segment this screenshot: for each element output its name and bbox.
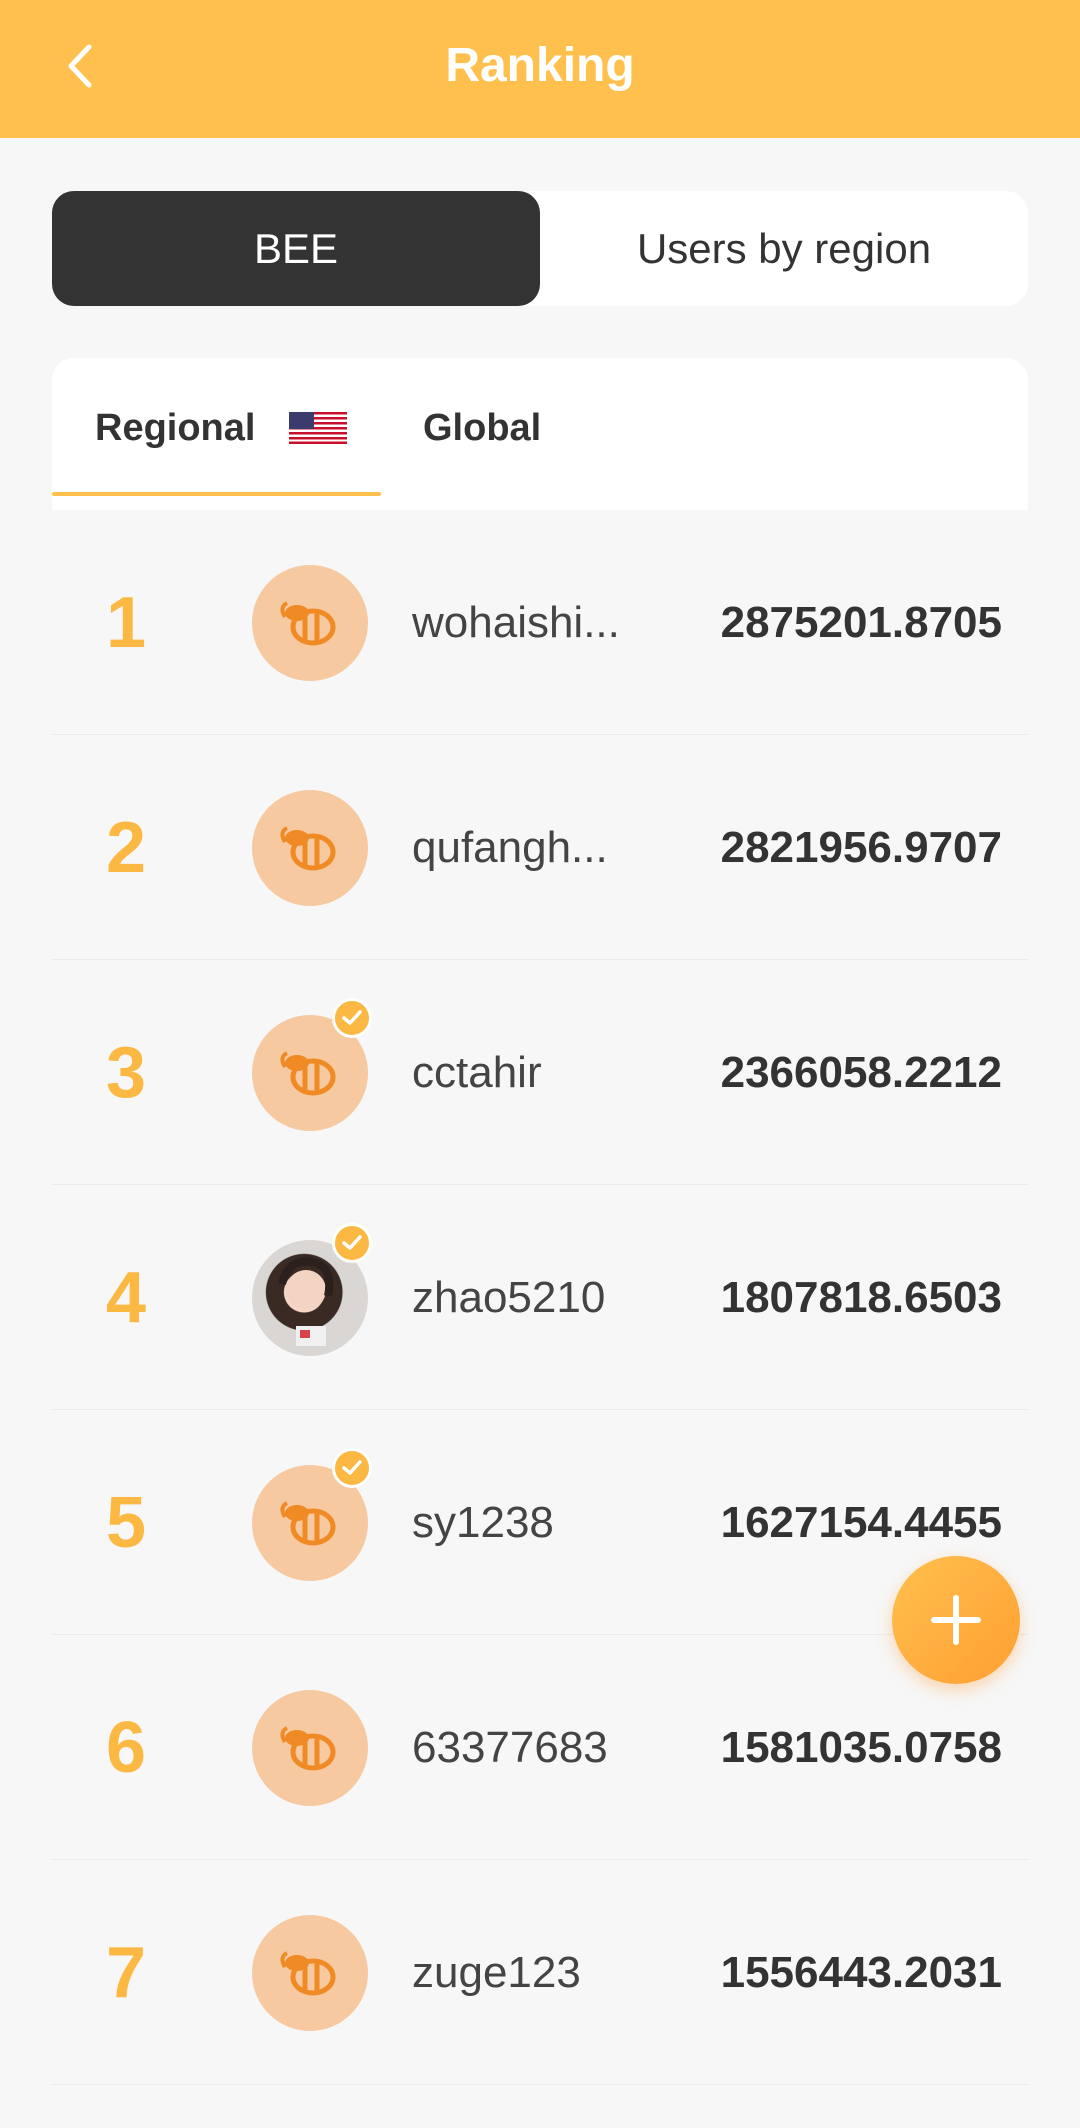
- tab-regional[interactable]: Regional: [95, 398, 348, 458]
- rank-number: 6: [105, 1707, 147, 1788]
- tab-regional-label: Regional: [95, 406, 256, 449]
- avatar[interactable]: [252, 790, 368, 906]
- username: cctahir: [412, 1047, 542, 1097]
- rank-number: 1: [105, 582, 147, 663]
- list-item[interactable]: 7 zuge123 1556443.2031: [52, 1860, 1028, 2085]
- segment-bee[interactable]: BEE: [52, 191, 540, 306]
- score: 1556443.2031: [720, 1947, 1002, 1997]
- rank-number: 2: [105, 807, 147, 888]
- tab-card: Regional Global: [52, 358, 1028, 510]
- rank-number: 5: [105, 1482, 147, 1563]
- list-item[interactable]: 5 sy1238 1627154.4455: [52, 1410, 1028, 1635]
- bee-icon: [280, 1726, 336, 1771]
- check-icon: [342, 1235, 362, 1250]
- active-tab-indicator: [52, 492, 381, 496]
- segment-users-by-region[interactable]: Users by region: [540, 191, 1028, 306]
- us-flag-icon: [289, 412, 348, 444]
- bee-icon: [280, 1051, 336, 1096]
- username: zhao5210: [412, 1272, 606, 1322]
- verified-badge: [332, 998, 372, 1038]
- score: 2875201.8705: [720, 597, 1002, 647]
- app-header: Ranking: [0, 0, 1080, 138]
- score: 2366058.2212: [720, 1047, 1002, 1097]
- segmented-control: BEE Users by region: [52, 191, 1028, 306]
- tab-global[interactable]: Global: [423, 398, 541, 458]
- list-item[interactable]: 1 wohaishi... 2875201.8705: [52, 510, 1028, 735]
- bee-icon: [280, 826, 336, 871]
- list-item[interactable]: 6 63377683 1581035.0758: [52, 1635, 1028, 1860]
- avatar[interactable]: [252, 565, 368, 681]
- bee-icon: [280, 601, 336, 646]
- add-button[interactable]: [892, 1556, 1020, 1684]
- list-item[interactable]: 3 cctahir 2366058.2212: [52, 960, 1028, 1185]
- page-title: Ranking: [445, 39, 635, 92]
- bee-icon: [280, 1501, 336, 1546]
- rank-number: 7: [105, 1932, 147, 2013]
- avatar[interactable]: [252, 1915, 368, 2031]
- username: zuge123: [412, 1947, 581, 1997]
- score: 1807818.6503: [720, 1272, 1002, 1322]
- bee-icon: [280, 1951, 336, 1996]
- plus-icon: [931, 1595, 981, 1645]
- avatar[interactable]: [252, 1690, 368, 1806]
- check-icon: [342, 1460, 362, 1475]
- rank-number: 3: [105, 1032, 147, 1113]
- username: qufangh...: [412, 822, 608, 872]
- username: wohaishi...: [412, 597, 620, 647]
- list-item[interactable]: 4 zhao5210 1807818.6503: [52, 1185, 1028, 1410]
- verified-badge: [332, 1448, 372, 1488]
- username: sy1238: [412, 1497, 554, 1547]
- username: 63377683: [412, 1722, 608, 1772]
- ranking-list: 1 wohaishi... 2875201.8705 2 qufangh... …: [52, 510, 1028, 2085]
- verified-badge: [332, 1223, 372, 1263]
- rank-number: 4: [105, 1257, 147, 1338]
- check-icon: [342, 1010, 362, 1025]
- list-item[interactable]: 2 qufangh... 2821956.9707: [52, 735, 1028, 960]
- score: 2821956.9707: [720, 822, 1002, 872]
